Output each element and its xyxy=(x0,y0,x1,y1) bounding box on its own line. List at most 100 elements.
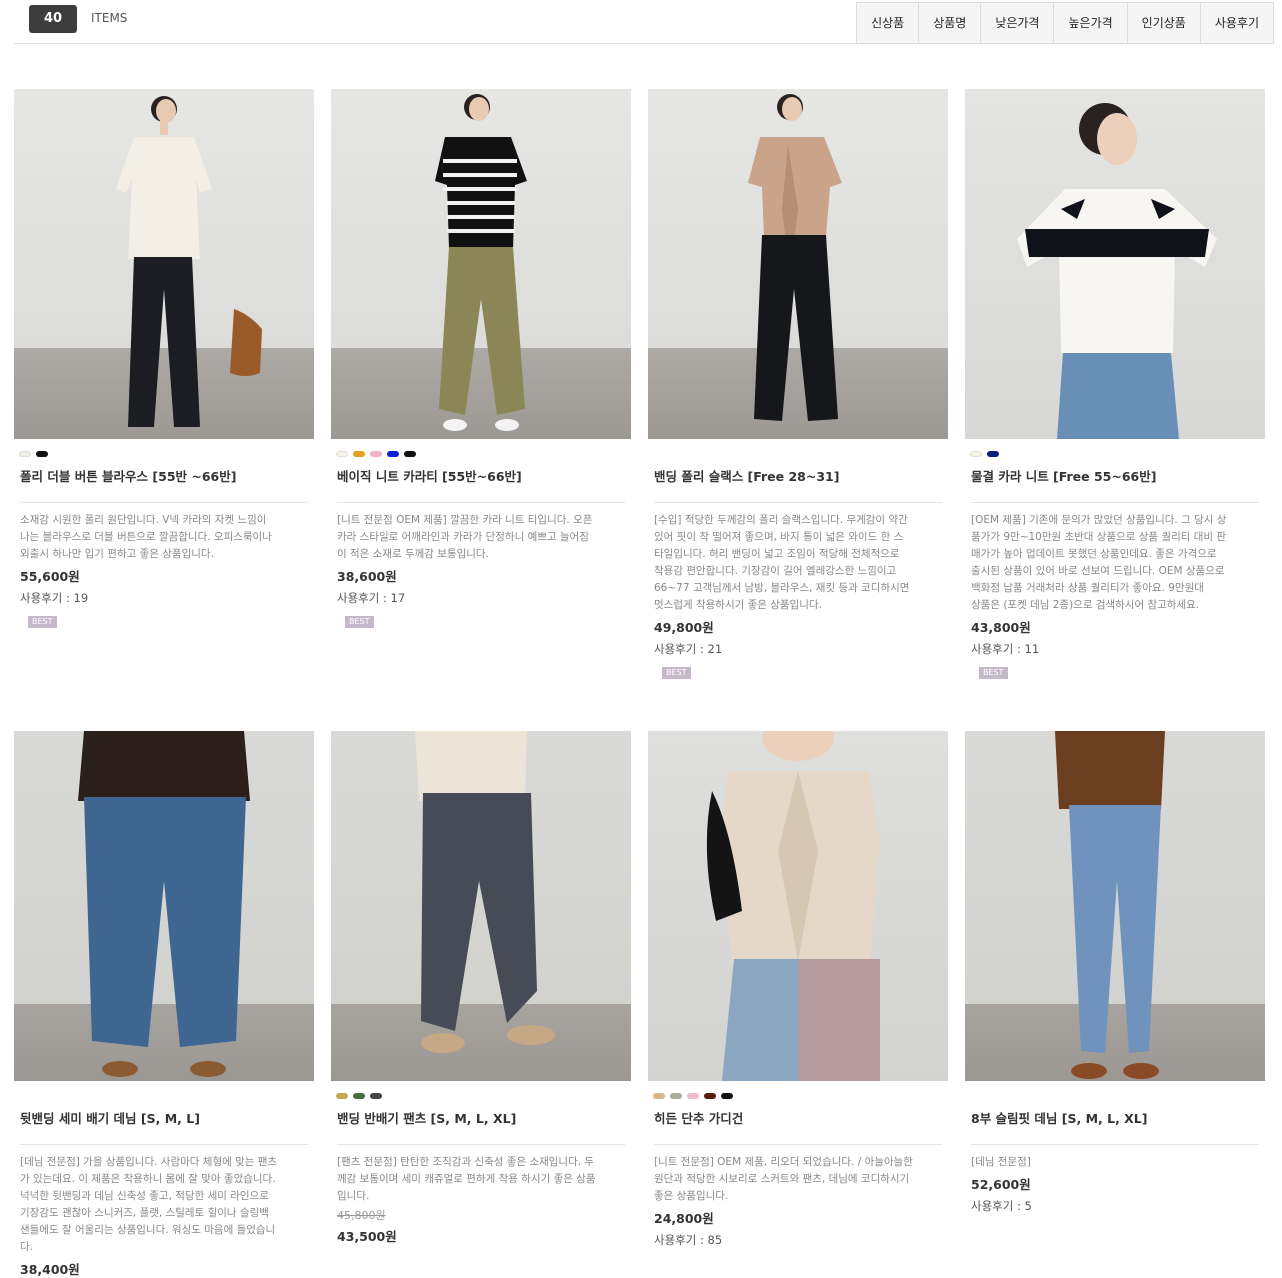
color-swatch[interactable] xyxy=(687,1093,699,1099)
color-swatch[interactable] xyxy=(987,451,999,457)
product-description: [니트 전문점] OEM 제품, 리오더 되었습니다. / 아늘아늘한 원단과 적… xyxy=(648,1145,948,1205)
description-line: [니트 전문점] OEM 제품, 리오더 되었습니다. / 아늘아늘한 xyxy=(654,1156,913,1168)
product-image[interactable] xyxy=(965,731,1265,1081)
product-card[interactable]: 폴리 더블 버튼 블라우스 [55반 ~66반] 소재감 시원한 폴리 원단입니… xyxy=(14,89,314,628)
description-line: 이 적은 소재로 두께감 보통입니다. xyxy=(337,548,489,560)
description-line: 품가가 9만~10만원 초반대 상품으로 상품 퀄리티 대비 판 xyxy=(971,531,1227,543)
review-count: 사용후기 : 11 xyxy=(971,642,1040,656)
description-line: 카라 스타일로 어깨라인과 카라가 단정하니 예쁘고 늘어짐 xyxy=(337,531,589,543)
color-swatches xyxy=(965,1081,1265,1097)
product-image[interactable] xyxy=(14,731,314,1081)
product-price: 49,800원 xyxy=(654,620,714,635)
color-swatch[interactable] xyxy=(353,1093,365,1099)
product-card[interactable]: 8부 슬림핏 데님 [S, M, L, XL] [데님 전문점] 52,600원… xyxy=(965,731,1265,1214)
description-line: [데님 전문점] 가을 상품입니다. 사람마다 체형에 맞는 팬츠 xyxy=(20,1156,278,1168)
review-count: 사용후기 : 5 xyxy=(971,1199,1032,1213)
product-price: 38,400원 xyxy=(20,1262,80,1277)
description-line: [팬츠 전문점] 탄탄한 조직감과 신축성 좋은 소재입니다. 두 xyxy=(337,1156,595,1168)
product-description: [데님 전문점] 가을 상품입니다. 사람마다 체형에 맞는 팬츠가 있는데요.… xyxy=(14,1145,314,1256)
description-line: 소재감 시원한 폴리 원단입니다. V넥 카라의 자켓 느낌이 xyxy=(20,514,267,526)
product-description: [데님 전문점] xyxy=(965,1145,1265,1171)
review-count: 사용후기 : 19 xyxy=(20,591,89,605)
best-badge: BEST xyxy=(28,616,57,628)
product-name[interactable]: 히든 단추 가디건 xyxy=(648,1097,948,1130)
original-price: 45,800원 xyxy=(337,1209,386,1222)
product-price: 55,600원 xyxy=(20,569,80,584)
description-line: 매가가 높아 업데이트 못했던 상품인데요. 좋은 가격으로 xyxy=(971,548,1217,560)
review-count: 사용후기 : 17 xyxy=(337,591,406,605)
description-line: 넉넉한 뒷밴딩과 데님 신축성 좋고, 적당한 세미 라인으로 xyxy=(20,1190,269,1202)
description-line: 다. xyxy=(20,1241,33,1253)
description-line: 입니다. xyxy=(337,1190,370,1202)
product-name[interactable]: 8부 슬림핏 데님 [S, M, L, XL] xyxy=(965,1097,1265,1130)
items-label: ITEMS xyxy=(91,11,128,25)
sort-tab-popular[interactable]: 인기상품 xyxy=(1126,3,1200,43)
color-swatch[interactable] xyxy=(704,1093,716,1099)
product-card[interactable]: 베이직 니트 카라티 [55반~66반] [니트 전문점 OEM 제품] 깔끔한… xyxy=(331,89,631,628)
description-line: [데님 전문점] xyxy=(971,1156,1031,1168)
product-image[interactable] xyxy=(331,89,631,439)
product-price: 24,800원 xyxy=(654,1211,714,1226)
product-name[interactable]: 밴딩 반배기 팬츠 [S, M, L, XL] xyxy=(331,1097,631,1130)
description-line: 샌들에도 잘 어울리는 상품입니다. 워싱도 마음에 들었습니 xyxy=(20,1224,276,1236)
description-line: 가 있는데요. 이 제품은 착용하니 몸에 잘 맞아 좋았습니다. xyxy=(20,1173,276,1185)
best-badge: BEST xyxy=(979,667,1008,679)
color-swatch[interactable] xyxy=(353,451,365,457)
product-name[interactable]: 뒷밴딩 세미 배기 데님 [S, M, L] xyxy=(14,1097,314,1130)
color-swatches xyxy=(14,1081,314,1097)
sort-tab-low-price[interactable]: 낮은가격 xyxy=(980,3,1053,43)
color-swatch[interactable] xyxy=(336,1093,348,1099)
color-swatch[interactable] xyxy=(336,451,348,457)
best-badge: BEST xyxy=(662,667,691,679)
product-image[interactable] xyxy=(648,731,948,1081)
description-line: [OEM 제품] 기존에 문의가 많았던 상품입니다. 그 당시 상 xyxy=(971,514,1227,526)
product-image[interactable] xyxy=(965,89,1265,439)
product-price: 43,800원 xyxy=(971,620,1031,635)
review-count: 사용후기 : 85 xyxy=(654,1233,723,1247)
color-swatch[interactable] xyxy=(36,451,48,457)
color-swatch[interactable] xyxy=(721,1093,733,1099)
description-line: 외출시 하나만 입기 편하고 좋은 상품입니다. xyxy=(20,548,214,560)
color-swatch[interactable] xyxy=(370,451,382,457)
product-description: [수입] 적당한 두께감의 폴리 슬랙스입니다. 무게감이 약간 있어 핏이 착 … xyxy=(648,503,948,614)
best-badge: BEST xyxy=(345,616,374,628)
product-card[interactable]: 뒷밴딩 세미 배기 데님 [S, M, L] [데님 전문점] 가을 상품입니다… xyxy=(14,731,314,1278)
product-image[interactable] xyxy=(331,731,631,1081)
description-line: 나는 블라우스로 더블 버튼으로 깔끔합니다. 오피스룩이나 xyxy=(20,531,272,543)
description-line: 출시된 상품이 있어 바로 선보여 드립니다. OEM 상품으로 xyxy=(971,565,1225,577)
color-swatches xyxy=(331,1081,631,1099)
color-swatch[interactable] xyxy=(19,451,31,457)
description-line: 백화점 납품 거래처라 상품 퀄리티가 좋아요. 9만원대 xyxy=(971,582,1204,594)
color-swatch[interactable] xyxy=(404,451,416,457)
color-swatches xyxy=(965,439,1265,457)
sort-tabs: 신상품 상품명 낮은가격 높은가격 인기상품 사용후기 xyxy=(856,2,1274,44)
sort-tab-high-price[interactable]: 높은가격 xyxy=(1053,3,1126,43)
sort-tab-new[interactable]: 신상품 xyxy=(857,3,918,43)
color-swatch[interactable] xyxy=(387,451,399,457)
product-name[interactable]: 밴딩 폴리 슬랙스 [Free 28~31] xyxy=(648,455,948,488)
color-swatch[interactable] xyxy=(370,1093,382,1099)
color-swatch[interactable] xyxy=(670,1093,682,1099)
product-card[interactable]: 히든 단추 가디건 [니트 전문점] OEM 제품, 리오더 되었습니다. / … xyxy=(648,731,948,1248)
product-name[interactable]: 물결 카라 니트 [Free 55~66반] xyxy=(965,455,1265,488)
product-card[interactable]: 물결 카라 니트 [Free 55~66반] [OEM 제품] 기존에 문의가 … xyxy=(965,89,1265,679)
sort-tab-reviews[interactable]: 사용후기 xyxy=(1199,3,1273,43)
product-image[interactable] xyxy=(648,89,948,439)
product-price: 43,500원 xyxy=(337,1229,397,1244)
description-line: 66~77 고객님께서 남방, 블라우스, 재킷 등과 코디하시면 xyxy=(654,582,910,594)
description-line: 있어 핏이 착 떨어져 좋으며, 바지 통이 넓은 와이드 한 스 xyxy=(654,531,904,543)
color-swatch[interactable] xyxy=(970,451,982,457)
description-line: 기장감도 괜찮아 스니커즈, 플랫, 스틸레토 힐이나 슬링백 xyxy=(20,1207,269,1219)
product-image[interactable] xyxy=(14,89,314,439)
review-count: 사용후기 : 21 xyxy=(654,642,723,656)
description-line: 께감 보통이며 세미 캐쥬얼로 편하게 착용 하시기 좋은 상품 xyxy=(337,1173,596,1185)
product-card[interactable]: 밴딩 폴리 슬랙스 [Free 28~31] [수입] 적당한 두께감의 폴리 … xyxy=(648,89,948,679)
product-name[interactable]: 폴리 더블 버튼 블라우스 [55반 ~66반] xyxy=(14,455,314,488)
item-count-badge: 40 xyxy=(29,5,77,33)
product-name[interactable]: 베이직 니트 카라티 [55반~66반] xyxy=(331,455,631,488)
product-card[interactable]: 밴딩 반배기 팬츠 [S, M, L, XL] [팬츠 전문점] 탄탄한 조직감… xyxy=(331,731,631,1245)
color-swatch[interactable] xyxy=(653,1093,665,1099)
color-swatches xyxy=(14,439,314,457)
product-price: 38,600원 xyxy=(337,569,397,584)
sort-tab-name[interactable]: 상품명 xyxy=(918,3,980,43)
